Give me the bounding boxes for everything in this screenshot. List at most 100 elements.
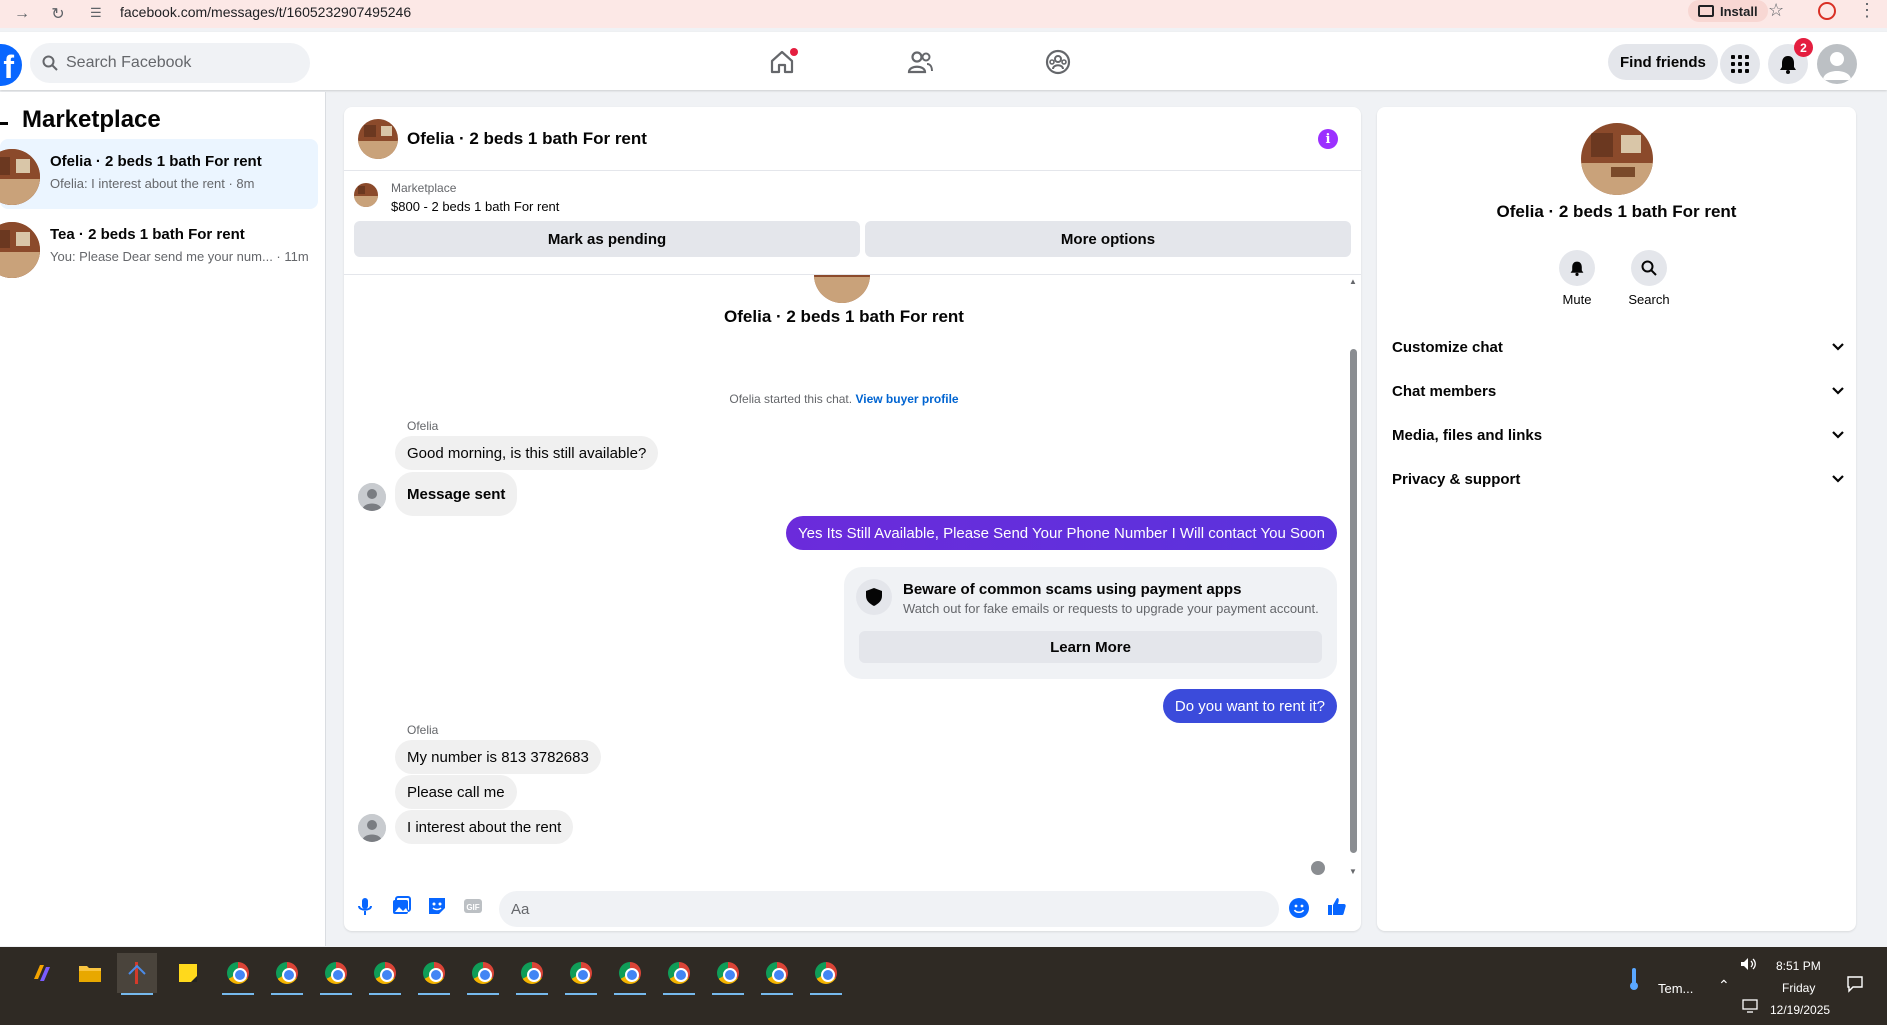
window-indicator (467, 993, 499, 995)
site-settings-icon[interactable]: ☰ (90, 5, 108, 20)
listing-price[interactable]: $800 - 2 beds 1 bath For rent (391, 199, 559, 214)
shield-icon (856, 579, 892, 615)
chat-listing-avatar[interactable] (358, 119, 398, 159)
scam-warning-card: Beware of common scams using payment app… (844, 567, 1337, 679)
learn-more-button[interactable]: Learn More (859, 631, 1322, 663)
chat-title[interactable]: Ofelia · 2 beds 1 bath For rent (407, 129, 647, 149)
install-button[interactable]: Install (1688, 0, 1768, 22)
search-input[interactable]: Search Facebook (30, 43, 310, 83)
browser-profile-icon[interactable] (1818, 2, 1836, 20)
incoming-message[interactable]: Good morning, is this still available? (395, 436, 659, 470)
chrome-window-10[interactable] (659, 953, 699, 995)
microphone-icon[interactable] (354, 895, 376, 917)
notification-badge: 2 (1794, 38, 1813, 57)
window-indicator (369, 993, 401, 995)
chrome-window-2[interactable] (267, 953, 307, 995)
browser-menu-icon[interactable]: ⋮ (1858, 0, 1876, 21)
listing-small-thumbnail[interactable] (354, 183, 378, 207)
search-conversation-button[interactable] (1631, 250, 1667, 286)
outgoing-message[interactable]: Do you want to rent it? (1162, 689, 1337, 723)
chrome-window-13[interactable] (806, 953, 846, 995)
sticky-notes-icon[interactable] (168, 953, 208, 993)
marketplace-sidebar: Marketplace Ofelia · 2 beds 1 bath For r… (0, 92, 326, 946)
section-customize-chat[interactable]: Customize chat (1392, 329, 1845, 365)
weather-label[interactable]: Tem... (1658, 981, 1693, 996)
clock-day[interactable]: Friday (1782, 981, 1815, 995)
back-dash-icon[interactable] (0, 122, 8, 125)
reload-icon[interactable]: ↻ (44, 2, 72, 26)
friends-icon[interactable] (906, 48, 934, 76)
message-scrollbar[interactable]: ▲ ▼ (1347, 275, 1359, 885)
chrome-window-11[interactable] (708, 953, 748, 995)
mark-as-pending-button[interactable]: Mark as pending (354, 221, 860, 257)
window-indicator (222, 993, 254, 995)
conversation-item-tea[interactable]: Tea · 2 beds 1 bath For rent You: Please… (0, 212, 318, 282)
chrome-window-1[interactable] (218, 953, 258, 995)
show-hidden-icons-chevron-icon[interactable]: ⌃ (1718, 977, 1730, 994)
chrome-window-4[interactable] (365, 953, 405, 995)
forward-arrow-icon[interactable]: → (8, 2, 36, 26)
more-options-button[interactable]: More options (865, 221, 1351, 257)
message-input[interactable]: Aa (499, 891, 1279, 927)
incoming-message[interactable]: My number is 813 3782683 (395, 740, 601, 774)
listing-source: Marketplace (391, 181, 457, 195)
chrome-window-5[interactable] (414, 953, 454, 995)
scam-warning-body: Watch out for fake emails or requests to… (903, 601, 1319, 616)
chat-started-notice: Ofelia started this chat. View buyer pro… (344, 392, 1344, 406)
sender-avatar[interactable] (358, 483, 386, 511)
sender-avatar[interactable] (358, 814, 386, 842)
groups-icon[interactable] (1044, 48, 1072, 76)
emoji-icon[interactable] (1289, 898, 1309, 918)
view-buyer-profile-link[interactable]: View buyer profile (855, 392, 958, 406)
section-chat-members[interactable]: Chat members (1392, 373, 1845, 409)
section-media-files-links[interactable]: Media, files and links (1392, 417, 1845, 453)
scam-warning-title: Beware of common scams using payment app… (903, 581, 1242, 598)
chrome-window-6[interactable] (463, 953, 503, 995)
window-indicator (565, 993, 597, 995)
conversation-info-panel: Ofelia · 2 beds 1 bath For rent Mute Sea… (1377, 107, 1856, 931)
volume-icon[interactable] (1740, 957, 1758, 971)
conversation-item-ofelia[interactable]: Ofelia · 2 beds 1 bath For rent Ofelia: … (0, 139, 318, 209)
info-icon[interactable]: i (1318, 129, 1338, 149)
incoming-message[interactable]: Please call me (395, 775, 517, 809)
install-label: Install (1720, 3, 1758, 19)
scrollbar-thumb[interactable] (1350, 349, 1357, 853)
facebook-logo[interactable]: f (0, 44, 22, 86)
search-label: Search (1628, 292, 1670, 307)
thermometer-icon[interactable] (1628, 967, 1640, 991)
copilot-icon[interactable] (22, 953, 62, 993)
mute-button[interactable] (1559, 250, 1595, 286)
incoming-message[interactable]: Message sent (395, 472, 518, 516)
window-indicator (663, 993, 695, 995)
clock-date[interactable]: 12/19/2025 (1770, 1003, 1830, 1017)
clock-time[interactable]: 8:51 PM (1776, 959, 1821, 973)
bookmark-star-icon[interactable]: ☆ (1768, 0, 1784, 21)
chrome-window-12[interactable] (757, 953, 797, 995)
like-thumb-icon[interactable] (1326, 895, 1348, 917)
menu-grid-button[interactable] (1720, 44, 1760, 84)
incoming-message[interactable]: I interest about the rent (395, 810, 574, 844)
gif-icon[interactable]: GIF (462, 895, 484, 917)
address-bar[interactable]: ☰ facebook.com/messages/t/16052329074952… (90, 0, 1670, 24)
scroll-up-arrow-icon[interactable]: ▲ (1349, 277, 1357, 286)
notification-center-icon[interactable] (1846, 975, 1864, 993)
chrome-window-9[interactable] (610, 953, 650, 995)
find-friends-button[interactable]: Find friends (1608, 44, 1718, 80)
photo-icon[interactable] (390, 895, 412, 917)
chrome-window-8[interactable] (561, 953, 601, 995)
network-icon[interactable] (1742, 999, 1758, 1013)
message-list: Ofelia · 2 beds 1 bath For rent Ofelia s… (344, 275, 1361, 885)
chrome-window-3[interactable] (316, 953, 356, 995)
chrome-window-7[interactable] (512, 953, 552, 995)
listing-thumbnail (0, 149, 40, 205)
info-listing-avatar[interactable] (1581, 123, 1653, 195)
taskbar-app-active[interactable] (117, 953, 157, 995)
outgoing-message[interactable]: Yes Its Still Available, Please Send You… (785, 516, 1337, 550)
window-indicator (614, 993, 646, 995)
sticker-icon[interactable] (426, 895, 448, 917)
scroll-down-arrow-icon[interactable]: ▼ (1349, 867, 1357, 876)
avatar-silhouette-icon (1823, 52, 1851, 80)
section-privacy-support[interactable]: Privacy & support (1392, 461, 1845, 497)
file-explorer-icon[interactable] (70, 953, 110, 993)
account-avatar[interactable] (1817, 44, 1857, 84)
